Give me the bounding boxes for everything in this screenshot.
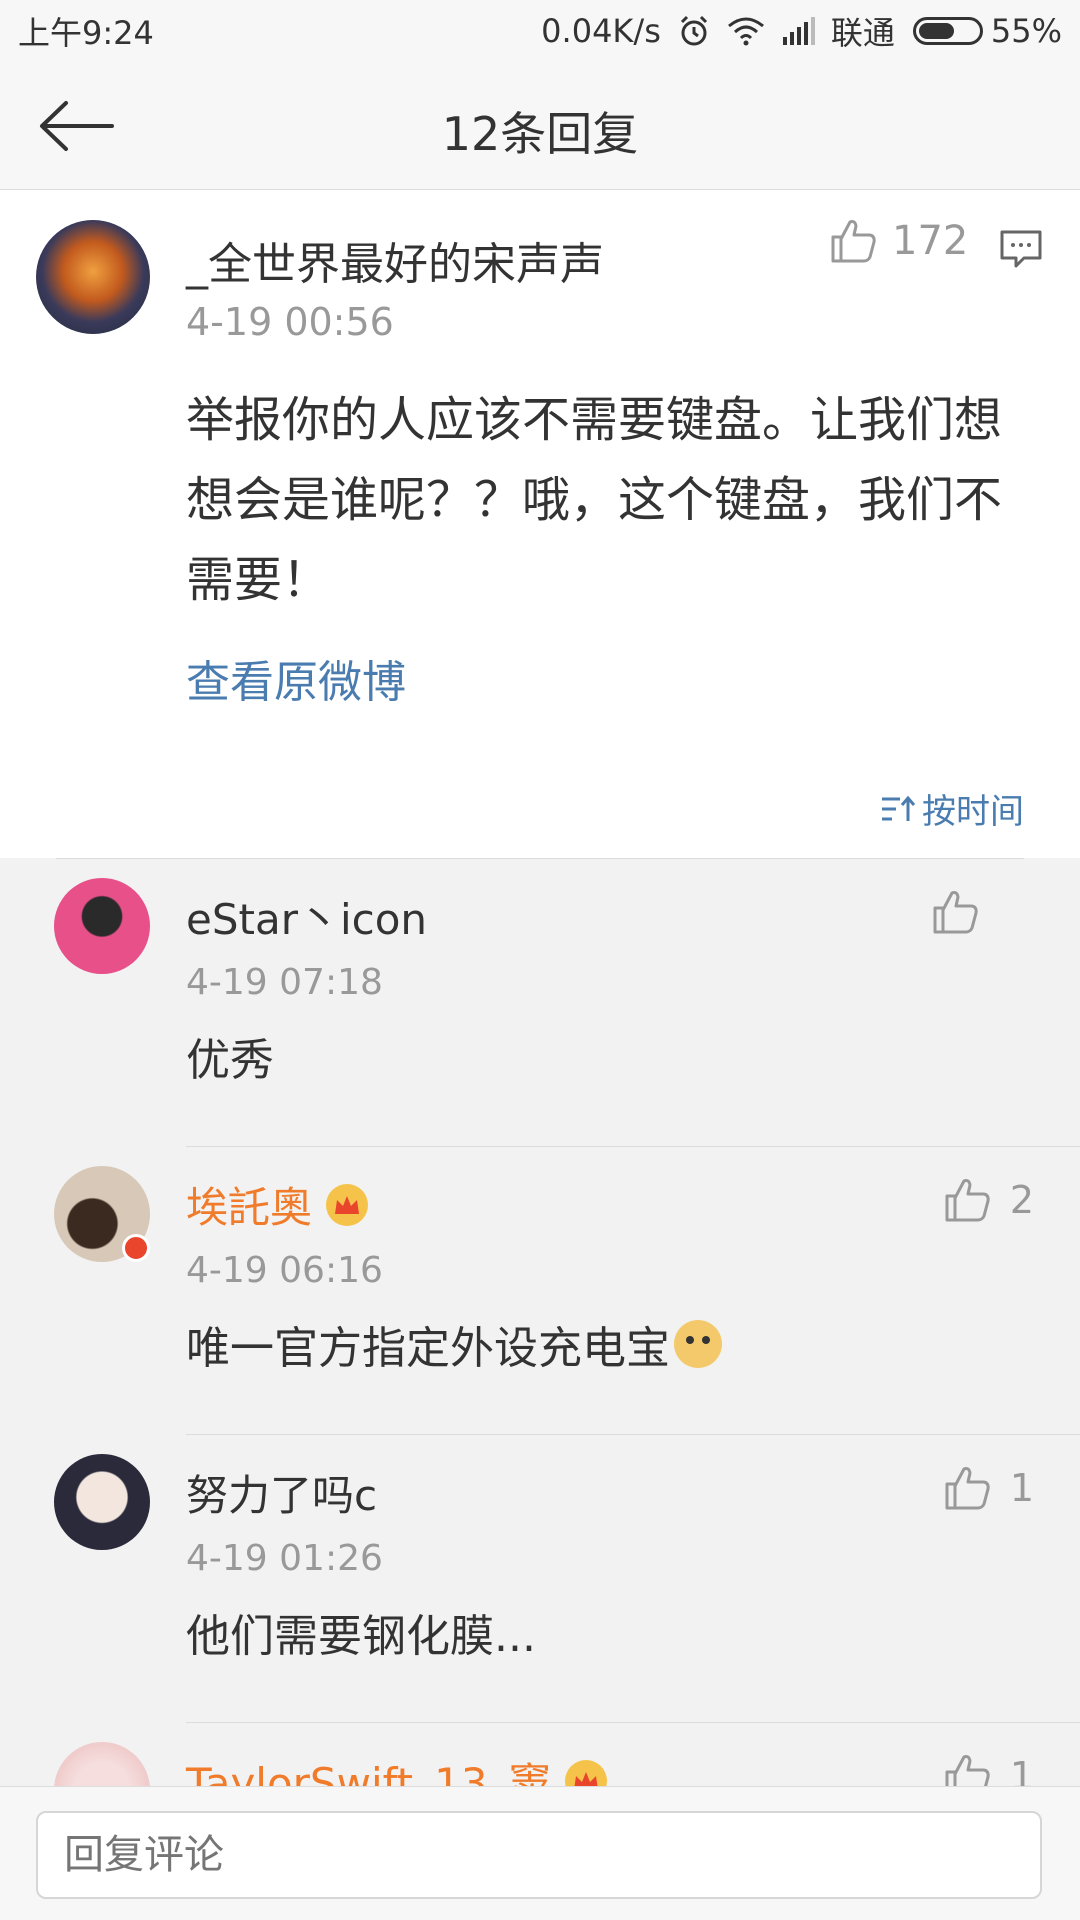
page-title: 12条回复 — [441, 107, 639, 161]
divider — [186, 1146, 1080, 1147]
reply-author[interactable]: eStar丶icon — [186, 886, 427, 947]
thumbs-up-icon — [945, 1467, 990, 1510]
reply-author[interactable]: 埃託奧 — [186, 1174, 369, 1235]
net-speed: 0.04K/s — [541, 12, 661, 50]
battery-level: 55% — [990, 12, 1062, 50]
reply-text: 优秀 — [186, 1035, 274, 1086]
avatar[interactable] — [54, 1454, 150, 1550]
avatar[interactable] — [36, 220, 150, 334]
doge-emoji-icon — [674, 1320, 722, 1368]
reply-input-bar — [0, 1786, 1080, 1920]
reply-text: 他们需要钢化膜... — [186, 1611, 536, 1662]
reply-time: 4-19 06:16 — [186, 1250, 383, 1291]
avatar[interactable] — [54, 878, 150, 974]
reply-item: 埃託奧 4-19 06:16 唯一官方指定外设充电宝 2 — [0, 1146, 1080, 1434]
reply-text-label: 唯一官方指定外设充电宝 — [186, 1323, 670, 1374]
like-button[interactable]: 172 — [830, 218, 968, 264]
sort-label: 按时间 — [922, 792, 1024, 832]
divider — [56, 858, 1024, 859]
like-button[interactable] — [932, 890, 1018, 934]
reply-author[interactable]: 努力了吗c — [186, 1462, 377, 1523]
like-count: 1 — [1009, 1466, 1034, 1510]
reply-time: 4-19 01:26 — [186, 1538, 383, 1579]
battery-icon — [912, 17, 983, 45]
reply-author-label: 埃託奧 — [186, 1183, 313, 1232]
verified-badge-icon — [122, 1234, 150, 1262]
like-count: 2 — [1009, 1178, 1034, 1222]
thumbs-up-icon — [831, 220, 876, 263]
view-original-link[interactable]: 查看原微博 — [186, 646, 406, 710]
wifi-icon — [727, 16, 765, 46]
divider — [186, 1434, 1080, 1435]
comment-bubble-icon[interactable] — [998, 226, 1044, 272]
comment-author[interactable]: _全世界最好的宋声声 — [186, 228, 604, 292]
reply-item: eStar丶icon 4-19 07:18 优秀 — [0, 858, 1080, 1146]
reply-comment-input[interactable] — [36, 1811, 1042, 1899]
like-button[interactable]: 2 — [944, 1178, 1034, 1222]
thumbs-up-icon — [945, 1179, 990, 1222]
carrier-name: 联通 — [830, 14, 895, 52]
vip-crown-icon — [326, 1183, 369, 1226]
comment-text: 举报你的人应该不需要键盘。让我们想想会是谁呢？？哦，这个键盘，我们不需要！ — [186, 392, 1003, 608]
thumbs-up-icon — [933, 891, 978, 934]
reply-text: 唯一官方指定外设充电宝 — [186, 1312, 722, 1376]
like-button[interactable]: 1 — [944, 1466, 1034, 1510]
sort-icon — [882, 795, 916, 821]
status-time: 上午9:24 — [18, 14, 154, 52]
status-bar: 上午9:24 0.04K/s 联通 55% — [0, 0, 1080, 62]
comment-time: 4-19 00:56 — [186, 300, 394, 344]
main-comment: _全世界最好的宋声声 4-19 00:56 172 举报你的人应该不需要键盘。让… — [0, 190, 1080, 858]
signal-icon — [781, 17, 815, 45]
reply-page: 上午9:24 0.04K/s 联通 55% 12条回复 _全世界最好的宋声声 4… — [0, 0, 1080, 1920]
alarm-icon — [677, 14, 711, 48]
title-bar: 12条回复 — [0, 62, 1080, 190]
reply-time: 4-19 07:18 — [186, 962, 383, 1003]
divider — [186, 1722, 1080, 1723]
sort-by-time-button[interactable]: 按时间 — [880, 784, 1024, 833]
like-count: 172 — [892, 218, 969, 264]
reply-item: 努力了吗c 4-19 01:26 他们需要钢化膜... 1 — [0, 1434, 1080, 1722]
